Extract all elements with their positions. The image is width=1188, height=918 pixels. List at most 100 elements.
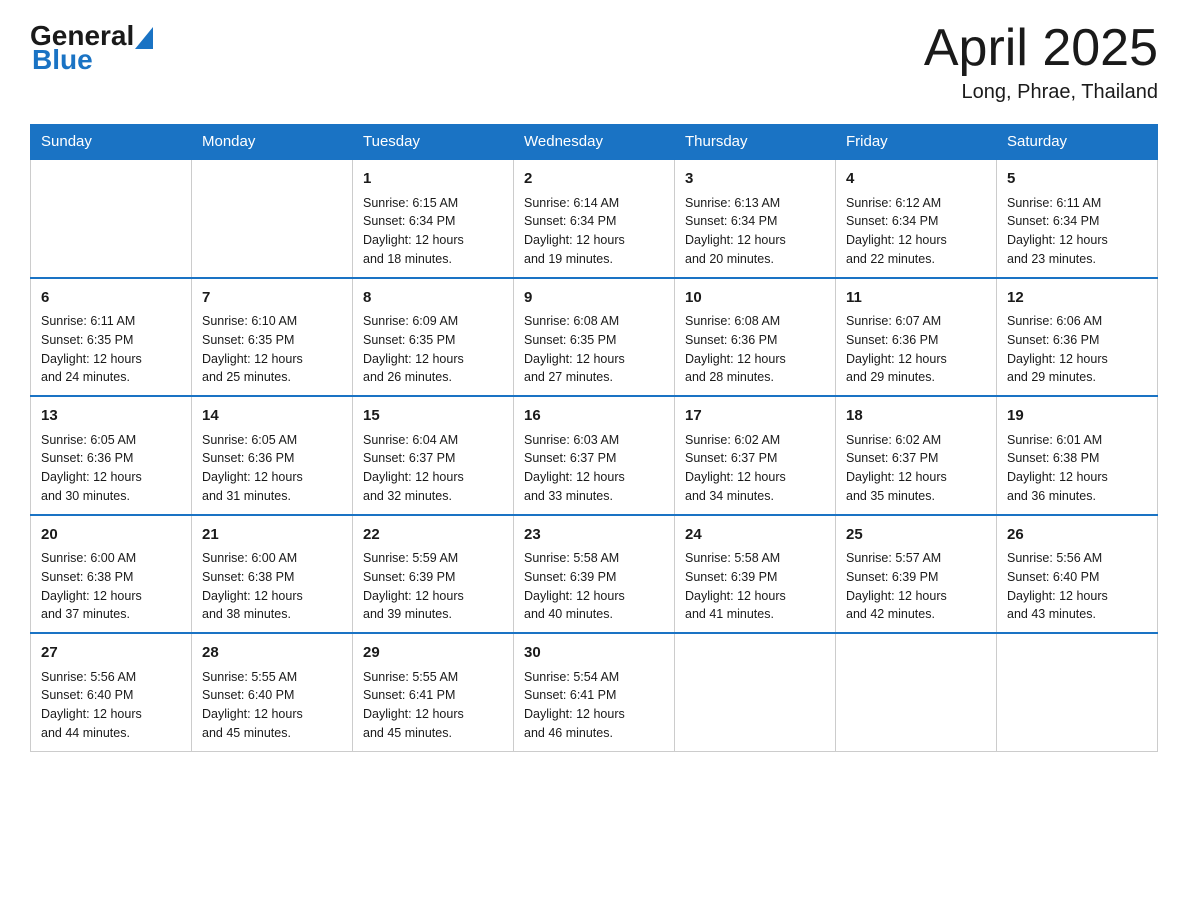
calendar-cell: 16 Sunrise: 6:03 AM Sunset: 6:37 PM Dayli…	[514, 396, 675, 515]
calendar-cell: 3 Sunrise: 6:13 AM Sunset: 6:34 PM Daylig…	[675, 159, 836, 278]
title-block: April 2025 Long, Phrae, Thailand	[924, 20, 1158, 104]
calendar-cell: 28 Sunrise: 5:55 AM Sunset: 6:40 PM Dayli…	[192, 633, 353, 751]
calendar-cell: 7Sunrise: 6:10 AM Sunset: 6:35 PM Daylig…	[192, 278, 353, 397]
calendar-cell: 21Sunrise: 6:00 AM Sunset: 6:38 PM Dayli…	[192, 515, 353, 634]
day-info: Sunrise: 6:11 AM Sunset: 6:35 PM Dayligh…	[41, 312, 181, 387]
day-info: Sunrise: 6:13 AM Sunset: 6:34 PM Dayligh…	[685, 194, 825, 269]
calendar-cell: 10Sunrise: 6:08 AM Sunset: 6:36 PM Dayli…	[675, 278, 836, 397]
day-number: 15	[363, 405, 503, 428]
calendar-cell: 27 Sunrise: 5:56 AM Sunset: 6:40 PM Dayli…	[31, 633, 192, 751]
day-number: 5	[1007, 168, 1147, 191]
weekday-header-row: SundayMondayTuesdayWednesdayThursdayFrid…	[31, 125, 1158, 160]
weekday-header-saturday: Saturday	[997, 125, 1158, 160]
weekday-header-wednesday: Wednesday	[514, 125, 675, 160]
day-info: Sunrise: 6:05 AM Sunset: 6:36 PM Dayligh…	[202, 431, 342, 506]
calendar-cell: 29Sunrise: 5:55 AM Sunset: 6:41 PM Dayli…	[353, 633, 514, 751]
week-row-1: 1 Sunrise: 6:15 AM Sunset: 6:34 PM Daylig…	[31, 159, 1158, 278]
day-info: Sunrise: 5:57 AM Sunset: 6:39 PM Dayligh…	[846, 549, 986, 624]
day-info: Sunrise: 6:05 AM Sunset: 6:36 PM Dayligh…	[41, 431, 181, 506]
day-number: 3	[685, 168, 825, 191]
day-info: Sunrise: 5:54 AM Sunset: 6:41 PM Dayligh…	[524, 668, 664, 743]
week-row-4: 20Sunrise: 6:00 AM Sunset: 6:38 PM Dayli…	[31, 515, 1158, 634]
day-number: 17	[685, 405, 825, 428]
week-row-5: 27 Sunrise: 5:56 AM Sunset: 6:40 PM Dayli…	[31, 633, 1158, 751]
weekday-header-monday: Monday	[192, 125, 353, 160]
day-info: Sunrise: 5:55 AM Sunset: 6:40 PM Dayligh…	[202, 668, 342, 743]
day-number: 27	[41, 642, 181, 665]
calendar-cell: 20Sunrise: 6:00 AM Sunset: 6:38 PM Dayli…	[31, 515, 192, 634]
day-number: 21	[202, 524, 342, 547]
calendar-cell: 15 Sunrise: 6:04 AM Sunset: 6:37 PM Dayli…	[353, 396, 514, 515]
calendar-header: SundayMondayTuesdayWednesdayThursdayFrid…	[31, 125, 1158, 160]
day-number: 6	[41, 287, 181, 310]
calendar-cell: 1 Sunrise: 6:15 AM Sunset: 6:34 PM Daylig…	[353, 159, 514, 278]
weekday-header-sunday: Sunday	[31, 125, 192, 160]
day-number: 2	[524, 168, 664, 191]
day-info: Sunrise: 6:03 AM Sunset: 6:37 PM Dayligh…	[524, 431, 664, 506]
day-info: Sunrise: 5:55 AM Sunset: 6:41 PM Dayligh…	[363, 668, 503, 743]
day-info: Sunrise: 5:56 AM Sunset: 6:40 PM Dayligh…	[41, 668, 181, 743]
day-info: Sunrise: 5:56 AM Sunset: 6:40 PM Dayligh…	[1007, 549, 1147, 624]
calendar-cell: 26Sunrise: 5:56 AM Sunset: 6:40 PM Dayli…	[997, 515, 1158, 634]
weekday-header-thursday: Thursday	[675, 125, 836, 160]
day-number: 10	[685, 287, 825, 310]
day-info: Sunrise: 6:09 AM Sunset: 6:35 PM Dayligh…	[363, 312, 503, 387]
day-info: Sunrise: 6:07 AM Sunset: 6:36 PM Dayligh…	[846, 312, 986, 387]
day-number: 12	[1007, 287, 1147, 310]
day-info: Sunrise: 6:11 AM Sunset: 6:34 PM Dayligh…	[1007, 194, 1147, 269]
day-info: Sunrise: 6:15 AM Sunset: 6:34 PM Dayligh…	[363, 194, 503, 269]
day-info: Sunrise: 5:58 AM Sunset: 6:39 PM Dayligh…	[685, 549, 825, 624]
calendar-cell: 23Sunrise: 5:58 AM Sunset: 6:39 PM Dayli…	[514, 515, 675, 634]
day-number: 28	[202, 642, 342, 665]
day-number: 11	[846, 287, 986, 310]
calendar-cell: 24Sunrise: 5:58 AM Sunset: 6:39 PM Dayli…	[675, 515, 836, 634]
calendar-cell: 17 Sunrise: 6:02 AM Sunset: 6:37 PM Dayli…	[675, 396, 836, 515]
calendar-cell	[997, 633, 1158, 751]
day-info: Sunrise: 6:04 AM Sunset: 6:37 PM Dayligh…	[363, 431, 503, 506]
day-number: 14	[202, 405, 342, 428]
logo-triangle-icon	[134, 20, 154, 52]
calendar-cell: 12Sunrise: 6:06 AM Sunset: 6:36 PM Dayli…	[997, 278, 1158, 397]
day-number: 8	[363, 287, 503, 310]
calendar-cell: 8Sunrise: 6:09 AM Sunset: 6:35 PM Daylig…	[353, 278, 514, 397]
calendar-cell: 18 Sunrise: 6:02 AM Sunset: 6:37 PM Dayli…	[836, 396, 997, 515]
day-info: Sunrise: 6:14 AM Sunset: 6:34 PM Dayligh…	[524, 194, 664, 269]
day-number: 9	[524, 287, 664, 310]
weekday-header-friday: Friday	[836, 125, 997, 160]
day-number: 1	[363, 168, 503, 191]
month-title: April 2025	[924, 20, 1158, 77]
calendar-cell	[31, 159, 192, 278]
day-info: Sunrise: 6:10 AM Sunset: 6:35 PM Dayligh…	[202, 312, 342, 387]
location-title: Long, Phrae, Thailand	[924, 81, 1158, 104]
calendar-table: SundayMondayTuesdayWednesdayThursdayFrid…	[30, 124, 1158, 752]
day-number: 25	[846, 524, 986, 547]
day-info: Sunrise: 6:02 AM Sunset: 6:37 PM Dayligh…	[685, 431, 825, 506]
calendar-cell: 19 Sunrise: 6:01 AM Sunset: 6:38 PM Dayli…	[997, 396, 1158, 515]
calendar-cell: 14 Sunrise: 6:05 AM Sunset: 6:36 PM Dayli…	[192, 396, 353, 515]
day-info: Sunrise: 6:00 AM Sunset: 6:38 PM Dayligh…	[41, 549, 181, 624]
day-number: 16	[524, 405, 664, 428]
day-number: 30	[524, 642, 664, 665]
logo-blue-part: Blue	[32, 44, 93, 76]
day-number: 18	[846, 405, 986, 428]
day-info: Sunrise: 6:01 AM Sunset: 6:38 PM Dayligh…	[1007, 431, 1147, 506]
week-row-3: 13Sunrise: 6:05 AM Sunset: 6:36 PM Dayli…	[31, 396, 1158, 515]
day-info: Sunrise: 6:12 AM Sunset: 6:34 PM Dayligh…	[846, 194, 986, 269]
week-row-2: 6Sunrise: 6:11 AM Sunset: 6:35 PM Daylig…	[31, 278, 1158, 397]
day-number: 24	[685, 524, 825, 547]
calendar-body: 1 Sunrise: 6:15 AM Sunset: 6:34 PM Daylig…	[31, 159, 1158, 751]
day-number: 4	[846, 168, 986, 191]
page-header: General Blue April 2025 Long, Phrae, Tha…	[30, 20, 1158, 104]
day-info: Sunrise: 6:08 AM Sunset: 6:35 PM Dayligh…	[524, 312, 664, 387]
day-number: 20	[41, 524, 181, 547]
logo: General Blue	[30, 20, 154, 76]
day-number: 19	[1007, 405, 1147, 428]
calendar-cell: 4 Sunrise: 6:12 AM Sunset: 6:34 PM Daylig…	[836, 159, 997, 278]
calendar-cell	[675, 633, 836, 751]
day-number: 7	[202, 287, 342, 310]
calendar-cell: 13Sunrise: 6:05 AM Sunset: 6:36 PM Dayli…	[31, 396, 192, 515]
calendar-cell: 25Sunrise: 5:57 AM Sunset: 6:39 PM Dayli…	[836, 515, 997, 634]
calendar-cell: 5 Sunrise: 6:11 AM Sunset: 6:34 PM Daylig…	[997, 159, 1158, 278]
weekday-header-tuesday: Tuesday	[353, 125, 514, 160]
day-info: Sunrise: 6:02 AM Sunset: 6:37 PM Dayligh…	[846, 431, 986, 506]
